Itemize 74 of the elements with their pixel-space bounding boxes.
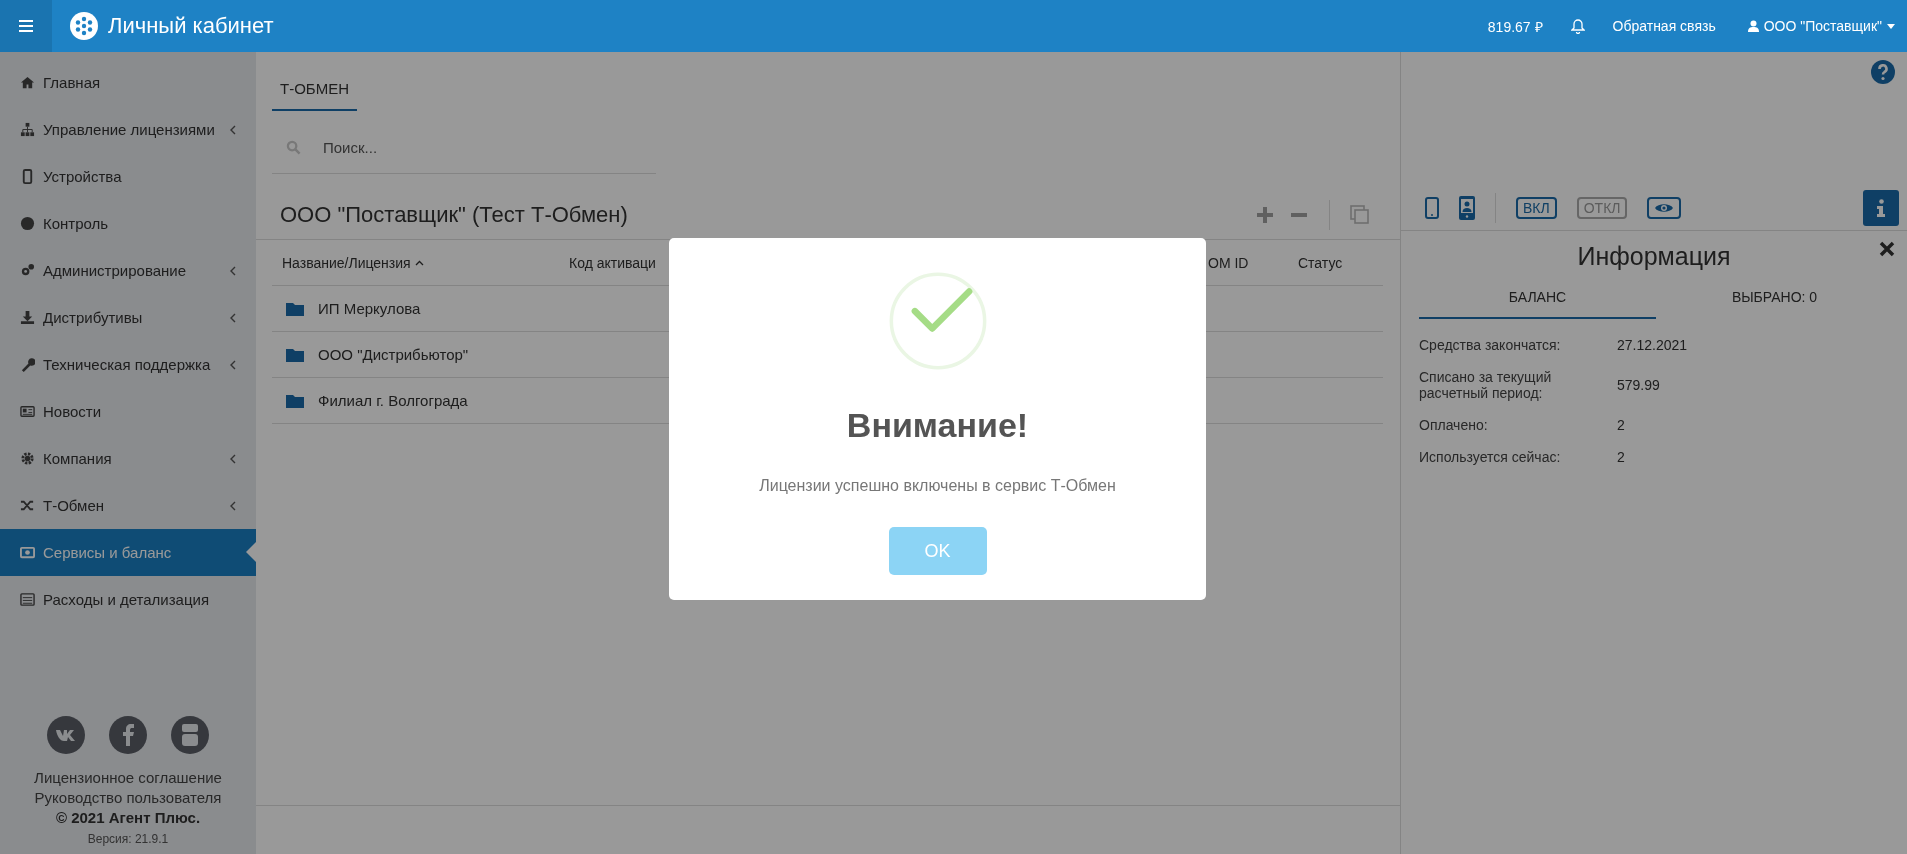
table-cell: ИП Меркулова xyxy=(318,300,421,317)
column-header[interactable]: Статус xyxy=(1298,254,1383,271)
eye-icon xyxy=(1654,202,1675,214)
tab[interactable]: ВЫБРАНО: 0 xyxy=(1656,281,1893,319)
info-value: 579.99 xyxy=(1617,377,1660,393)
folder-icon xyxy=(286,393,304,408)
sidebar-item[interactable]: Т-Обмен xyxy=(0,482,256,529)
sidebar-item[interactable]: Контроль xyxy=(0,200,256,247)
balance-amount: 819.67 ₽ xyxy=(1487,17,1543,36)
app-title: Личный кабинет xyxy=(108,13,274,39)
copyright-text: © 2021 Агент Плюс. xyxy=(55,808,201,828)
sidebar-item[interactable]: Администрирование xyxy=(0,247,256,294)
newspaper-icon xyxy=(20,404,35,419)
sidebar-item[interactable]: Расходы и детализация xyxy=(0,576,256,623)
caret-icon xyxy=(1887,23,1895,29)
footer-link[interactable]: Лицензионное соглашение xyxy=(34,768,222,788)
home-icon xyxy=(20,75,35,90)
table-cell: ООО "Дистрибьютор" xyxy=(318,346,469,363)
phone-icon[interactable] xyxy=(1425,197,1439,219)
sidebar-item[interactable]: Главная xyxy=(0,59,256,106)
info-icon xyxy=(1877,199,1885,217)
plus-icon[interactable] xyxy=(1255,205,1275,225)
info-value: 2 xyxy=(1617,417,1625,433)
feedback-link[interactable]: Обратная связь xyxy=(1612,18,1716,34)
sidebar-item[interactable]: Техническая поддержка xyxy=(0,341,256,388)
close-icon[interactable] xyxy=(1879,241,1895,257)
logo-icon xyxy=(70,12,98,40)
column-header[interactable]: OM ID xyxy=(1208,254,1298,271)
panel-title: Информация xyxy=(1577,241,1731,271)
help-icon[interactable] xyxy=(1871,60,1895,84)
dialog-title: Внимание! xyxy=(846,406,1029,445)
phone-user-icon[interactable] xyxy=(1459,196,1475,220)
folder-icon xyxy=(286,347,304,362)
sidebar-item[interactable]: Дистрибутивы xyxy=(0,294,256,341)
sort-up-icon xyxy=(414,259,424,266)
company-title: ООО "Поставщик" (Тест Т-Обмен) xyxy=(280,202,628,228)
info-value: 27.12.2021 xyxy=(1617,337,1688,353)
table-cell: Филиал г. Волгограда xyxy=(318,392,468,409)
tab[interactable]: БАЛАНС xyxy=(1419,281,1656,319)
view-button[interactable] xyxy=(1647,197,1682,219)
column-header[interactable]: Название/Лицензия xyxy=(282,254,569,271)
search-icon xyxy=(286,139,301,155)
dialog-message: Лицензии успешно включены в сервис Т-Обмен xyxy=(759,477,1116,495)
info-label: Оплачено: xyxy=(1419,417,1489,433)
menu-button[interactable] xyxy=(0,0,52,52)
folder-icon xyxy=(286,301,304,316)
gear-icon xyxy=(20,451,35,466)
user-icon xyxy=(1747,20,1759,32)
info-button[interactable] xyxy=(1863,190,1899,226)
info-label: Списано за текущий расчетный период: xyxy=(1419,369,1553,401)
info-value: 2 xyxy=(1617,449,1625,465)
sidebar-item[interactable]: Новости xyxy=(0,388,256,435)
shuffle-icon xyxy=(20,498,35,513)
enable-button[interactable]: ВКЛ xyxy=(1516,197,1557,219)
menu-icon xyxy=(19,20,33,32)
info-label: Используется сейчас: xyxy=(1419,449,1562,465)
facebook-icon[interactable] xyxy=(109,716,147,754)
success-check-icon xyxy=(888,272,987,370)
sitemap-icon xyxy=(20,122,35,137)
info-label: Средства закончатся: xyxy=(1419,337,1562,353)
sidebar-item[interactable]: Сервисы и баланс xyxy=(0,529,256,576)
version-text: Версия: 21.9.1 xyxy=(87,832,169,846)
money-icon xyxy=(20,545,35,560)
tab[interactable]: Т-ОБМЕН xyxy=(272,80,357,111)
vk-icon[interactable] xyxy=(47,716,85,754)
footer-link[interactable]: Руководство пользователя xyxy=(34,788,222,808)
sidebar-item[interactable]: Управление лицензиями xyxy=(0,106,256,153)
sidebar-item[interactable]: Устройства xyxy=(0,153,256,200)
list-icon xyxy=(20,592,35,607)
user-menu[interactable]: ООО "Поставщик" xyxy=(1747,18,1895,34)
download-icon xyxy=(20,310,35,325)
phone-icon xyxy=(20,169,35,184)
bell-icon[interactable] xyxy=(1570,18,1585,34)
sidebar-item[interactable]: Компания xyxy=(0,435,256,482)
